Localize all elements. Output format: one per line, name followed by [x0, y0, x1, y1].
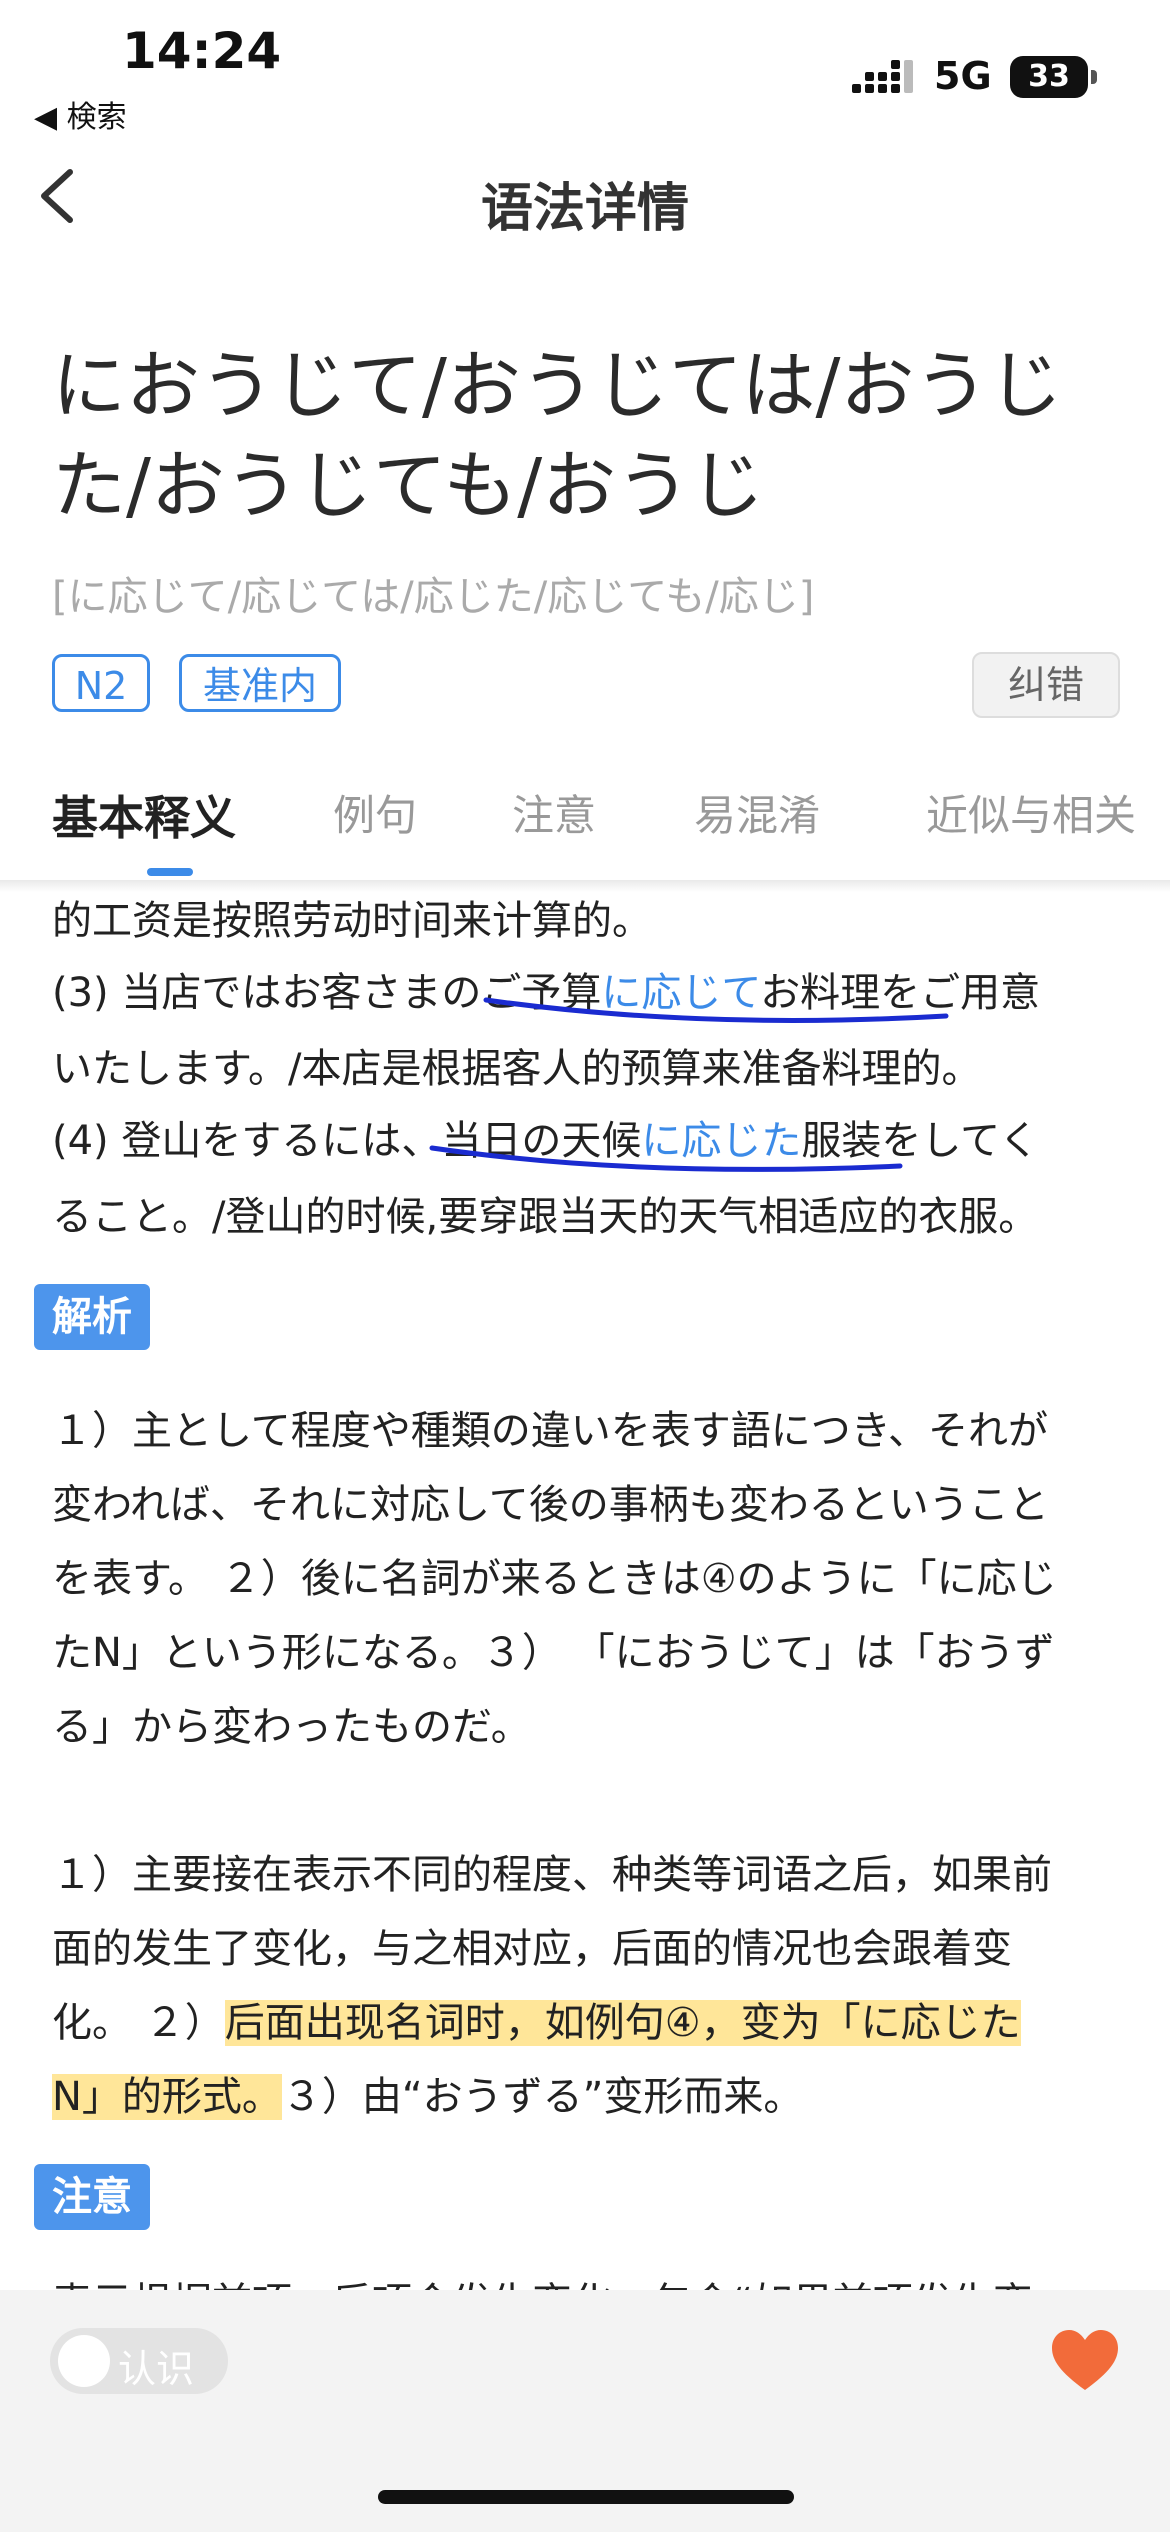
- highlighted-text: N」的形式。: [52, 2074, 282, 2120]
- highlighted-text: 后面出现名词时，如例句④，变为「に応じた: [224, 2000, 1021, 2046]
- analysis-cn-line: 面的发生了变化，与之相对应，后面的情况也会跟着变: [52, 1926, 1012, 1972]
- toggle-knob[interactable]: [58, 2335, 110, 2387]
- known-toggle-label: 认识: [118, 2347, 195, 2391]
- analysis-jp-line: を表す。 ２）後に名詞が来るときは④のように「に応じ: [52, 1556, 1057, 1602]
- analysis-cn-line: １）主要接在表示不同的程度、种类等词语之后，如果前: [52, 1852, 1052, 1898]
- favorite-heart-icon[interactable]: [1050, 2328, 1120, 2392]
- analysis-jp-line: 変われば、それに対応して後の事柄も変わるということ: [52, 1482, 1049, 1528]
- analysis-jp-line: る」から変わったものだ。: [52, 1704, 531, 1750]
- analysis-jp-line: たN」という形になる。３） 「におうじて」は「おうず: [52, 1630, 1055, 1676]
- analysis-cn-line: N」的形式。３）由“おうずる”变形而来。: [52, 2064, 803, 2122]
- note-label: 注意: [34, 2164, 150, 2230]
- analysis-cn-text: ３）由“おうずる”变形而来。: [281, 2074, 804, 2120]
- analysis-label: 解析: [34, 1284, 150, 1350]
- home-indicator: [378, 2490, 794, 2504]
- analysis-cn-text: 化。 ２）: [52, 2000, 225, 2046]
- analysis-jp-line: １）主として程度や種類の違いを表す語につき、それが: [52, 1408, 1048, 1454]
- analysis-cn-line: 化。 ２）后面出现名词时，如例句④，变为「に応じた: [52, 1990, 1021, 2048]
